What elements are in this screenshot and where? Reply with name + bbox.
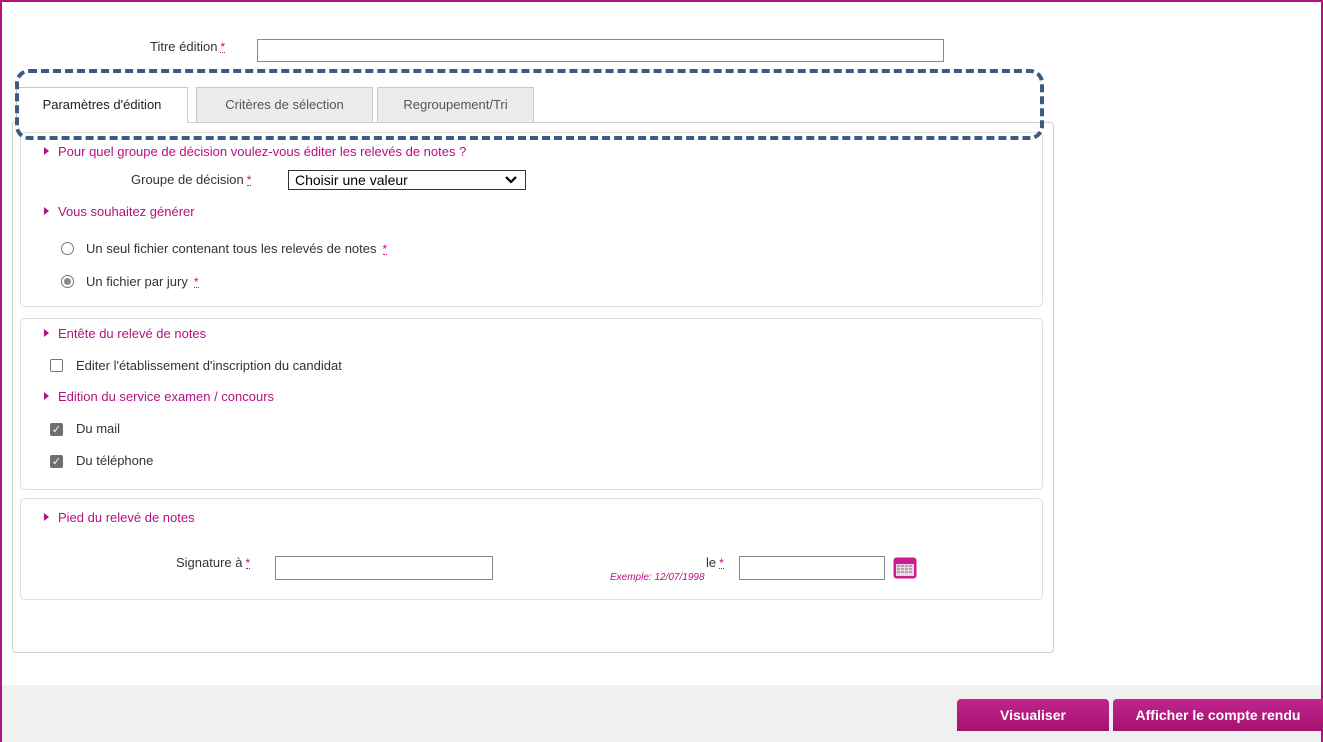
radio-single-file-label: Un seul fichier contenant tous les relev… bbox=[86, 241, 388, 256]
expand-triangle-icon bbox=[44, 329, 49, 337]
signature-label: Signature à * bbox=[176, 555, 251, 570]
edit-institution-label: Editer l'établissement d'inscription du … bbox=[76, 358, 342, 373]
radio-single-file[interactable] bbox=[61, 242, 74, 255]
title-input[interactable] bbox=[257, 39, 944, 62]
expand-triangle-icon bbox=[44, 513, 49, 521]
footer-section-title: Pied du relevé de notes bbox=[44, 510, 195, 525]
radio-file-per-jury-label: Un fichier par jury * bbox=[86, 274, 199, 289]
calendar-icon[interactable] bbox=[893, 557, 917, 579]
phone-label: Du téléphone bbox=[76, 453, 154, 468]
afficher-compte-rendu-button[interactable]: Afficher le compte rendu bbox=[1113, 699, 1323, 731]
title-label: Titre édition * bbox=[150, 39, 226, 54]
checkbox-edit-institution[interactable] bbox=[50, 359, 63, 372]
date-example: Exemple: 12/07/1998 bbox=[610, 572, 705, 583]
header-box bbox=[20, 318, 1043, 490]
checkbox-phone[interactable]: ✓ bbox=[50, 455, 63, 468]
chevron-down-icon bbox=[505, 176, 517, 184]
checkbox-mail[interactable]: ✓ bbox=[50, 423, 63, 436]
header-section-title: Entête du relevé de notes bbox=[44, 326, 206, 341]
tab-parametres-edition[interactable]: Paramètres d'édition bbox=[16, 87, 188, 123]
visualiser-button[interactable]: Visualiser bbox=[957, 699, 1109, 731]
radio-file-per-jury[interactable] bbox=[61, 275, 74, 288]
tab-criteres-selection[interactable]: Critères de sélection bbox=[196, 87, 373, 122]
date-input[interactable] bbox=[739, 556, 885, 580]
tab-regroupement-tri[interactable]: Regroupement/Tri bbox=[377, 87, 534, 122]
decision-group-select[interactable]: Choisir une valeur bbox=[288, 170, 526, 190]
mail-label: Du mail bbox=[76, 421, 121, 436]
expand-triangle-icon bbox=[44, 392, 49, 400]
service-section-title: Edition du service examen / concours bbox=[44, 389, 274, 404]
expand-triangle-icon bbox=[44, 207, 49, 215]
decision-section-title: Pour quel groupe de décision voulez-vous… bbox=[44, 144, 466, 159]
date-label: le * bbox=[706, 555, 724, 570]
expand-triangle-icon bbox=[44, 147, 49, 155]
decision-group-label: Groupe de décision * bbox=[131, 172, 252, 187]
generate-section-title: Vous souhaitez générer bbox=[44, 204, 195, 219]
signature-input[interactable] bbox=[275, 556, 493, 580]
